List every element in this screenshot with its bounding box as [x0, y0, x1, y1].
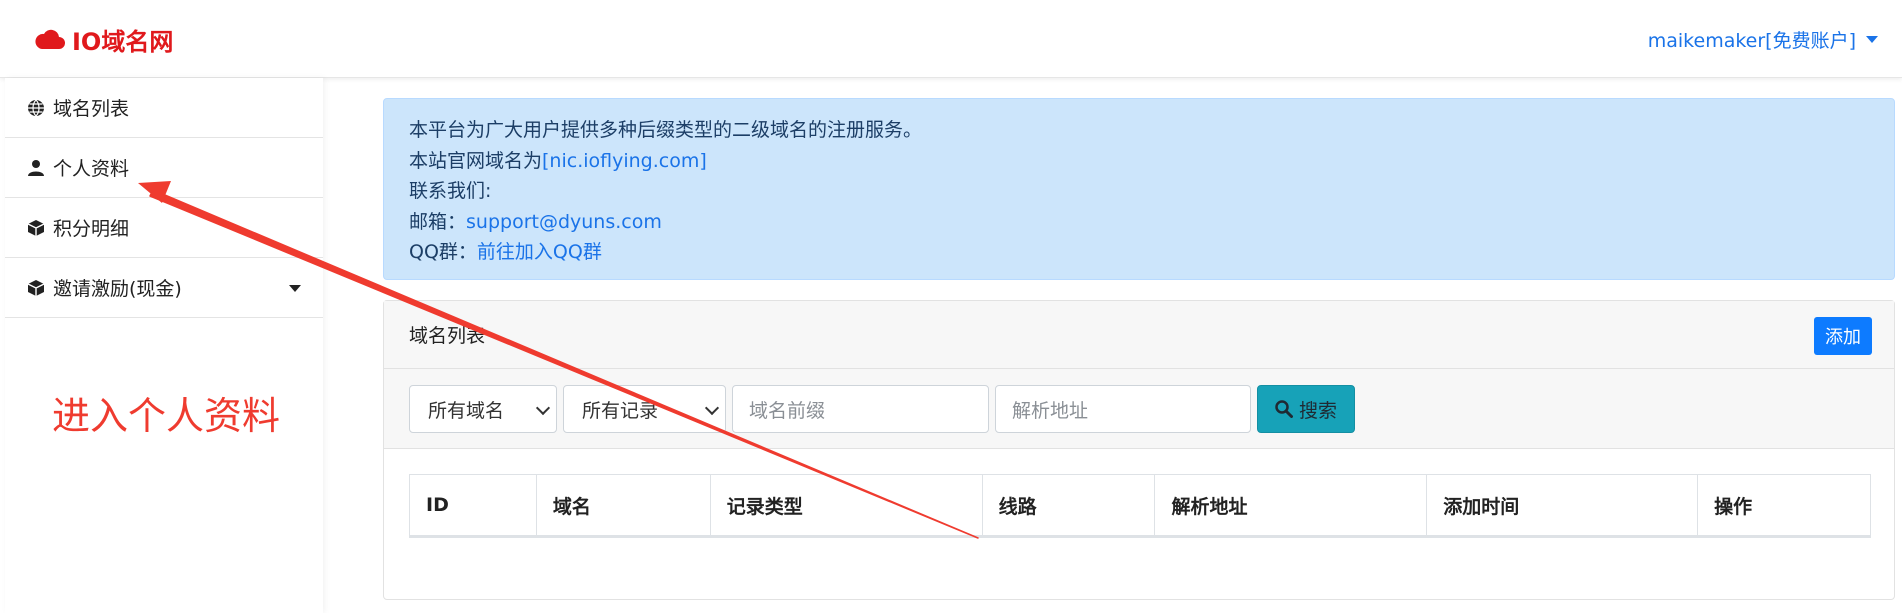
notice-text: 本站官网域名为 [409, 149, 543, 172]
cube-icon [25, 277, 47, 299]
sidebar-item-domain-list[interactable]: 域名列表 [5, 78, 323, 138]
domain-select[interactable]: 所有域名 [409, 385, 557, 433]
search-button[interactable]: 搜索 [1257, 385, 1355, 433]
brand-name: IO域名网 [72, 27, 174, 56]
search-label: 搜索 [1298, 399, 1337, 422]
brand-logo[interactable]: IO域名网 [34, 22, 173, 56]
column-header: 记录类型 [709, 474, 983, 538]
domain-list-card: 域名列表 添加 所有域名 所有记录 域名前缀 解析地址 搜索 ID 域名 记录类… [383, 300, 1895, 600]
domain-table-wrap: ID 域名 记录类型 线路 解析地址 添加时间 操作 [409, 474, 1871, 538]
sidebar-item-invite[interactable]: 邀请激励(现金) [5, 258, 323, 318]
notice-line: 邮箱：support@dyuns.com [409, 207, 1869, 238]
user-name: maikemaker[免费账户] [1647, 30, 1856, 52]
address-input[interactable]: 解析地址 [995, 385, 1251, 433]
notice-line: 本站官网域名为[nic.ioflying.com] [409, 146, 1869, 177]
sidebar: 域名列表 个人资料 积分明细 邀请激励(现金) [5, 78, 323, 613]
chevron-down-icon[interactable] [289, 285, 301, 292]
sidebar-item-label: 积分明细 [53, 218, 130, 240]
card-title: 域名列表 [409, 325, 486, 347]
card-header: 域名列表 添加 [384, 301, 1894, 369]
qq-group-link[interactable]: 前往加入QQ群 [477, 241, 602, 263]
qq-label: QQ群： [409, 241, 477, 263]
prefix-input[interactable]: 域名前缀 [732, 385, 989, 433]
table-header-row: ID 域名 记录类型 线路 解析地址 添加时间 操作 [409, 474, 1871, 538]
notice-line: 本平台为广大用户提供多种后缀类型的二级域名的注册服务。 [409, 119, 923, 141]
column-header: 添加时间 [1426, 474, 1699, 538]
cloud-icon [35, 29, 65, 49]
address-placeholder: 解析地址 [1012, 399, 1089, 422]
sidebar-item-label: 个人资料 [53, 158, 130, 180]
sidebar-item-label: 邀请激励(现金) [53, 278, 182, 300]
sidebar-item-label: 域名列表 [53, 98, 130, 120]
top-navbar: IO域名网 maikemaker[免费账户] [0, 0, 1902, 78]
record-select[interactable]: 所有记录 [563, 385, 726, 433]
annotation-label: 进入个人资料 [52, 394, 281, 438]
chevron-down-icon [704, 400, 720, 416]
record-select-value: 所有记录 [582, 399, 659, 422]
notice-alert: 本平台为广大用户提供多种后缀类型的二级域名的注册服务。 本站官网域名为[nic.… [383, 98, 1895, 280]
email-link[interactable]: support@dyuns.com [466, 211, 662, 233]
cube-icon [25, 217, 47, 239]
user-account-dropdown[interactable]: maikemaker[免费账户] [1648, 26, 1878, 53]
domain-select-value: 所有域名 [428, 399, 505, 422]
chevron-down-icon [535, 400, 551, 416]
sidebar-item-profile[interactable]: 个人资料 [5, 138, 323, 198]
search-icon [1275, 400, 1293, 418]
sidebar-item-points[interactable]: 积分明细 [5, 198, 323, 258]
filter-bar: 所有域名 所有记录 域名前缀 解析地址 搜索 [384, 369, 1894, 449]
add-button[interactable]: 添加 [1814, 317, 1872, 355]
site-link[interactable]: [nic.ioflying.com] [542, 150, 707, 172]
notice-line: QQ群：前往加入QQ群 [409, 237, 1869, 268]
column-header: 线路 [981, 474, 1156, 538]
column-header: ID [409, 474, 537, 538]
domain-table: ID 域名 记录类型 线路 解析地址 添加时间 操作 [409, 474, 1871, 538]
chevron-down-icon [1866, 36, 1878, 43]
column-header: 解析地址 [1154, 474, 1428, 538]
prefix-placeholder: 域名前缀 [749, 399, 826, 422]
column-header: 域名 [535, 474, 711, 538]
globe-icon [25, 97, 47, 119]
notice-line: 联系我们: [409, 180, 492, 202]
column-header: 操作 [1697, 474, 1871, 538]
user-icon [25, 157, 47, 179]
email-label: 邮箱： [409, 210, 467, 233]
